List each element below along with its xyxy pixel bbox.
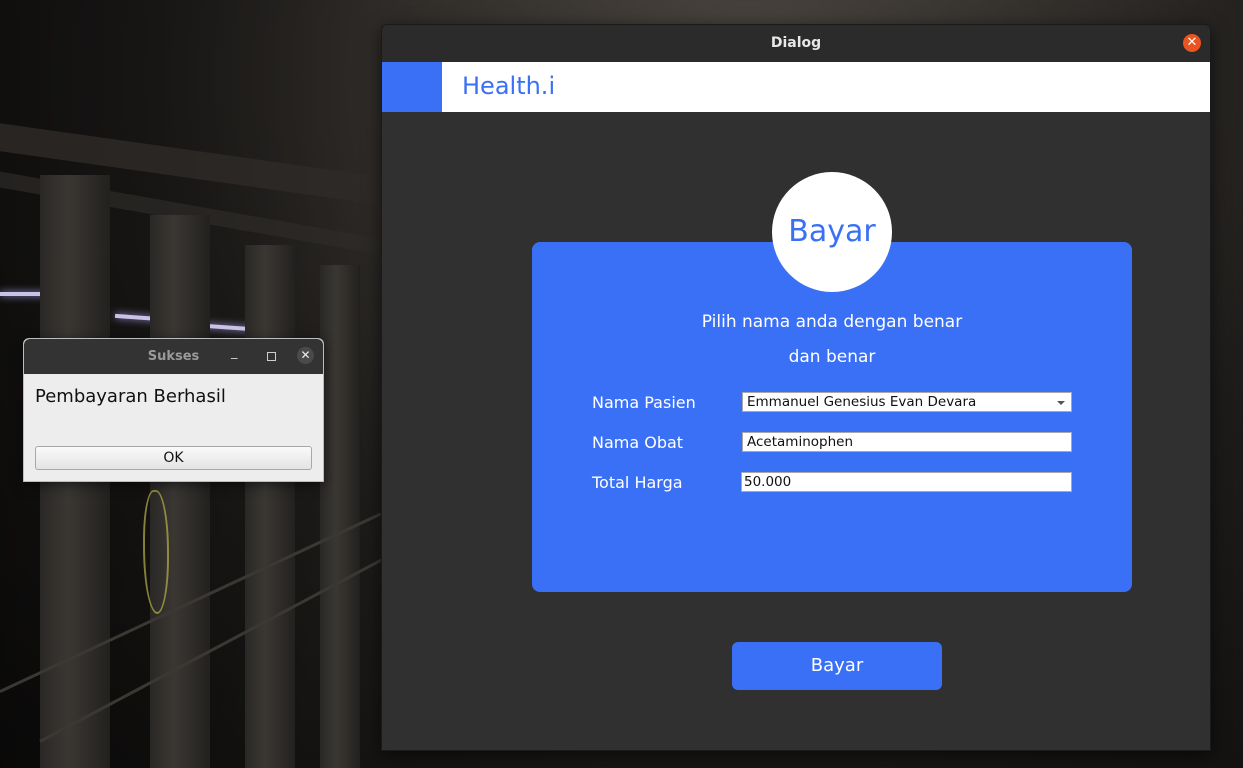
instruction-line-1: Pilih nama anda dengan benar [701, 312, 963, 332]
patient-name-combobox[interactable]: Emmanuel Genesius Evan Devara [742, 392, 1072, 412]
minimize-icon[interactable]: _ [231, 345, 238, 360]
app-header: Health.i [382, 62, 1210, 112]
patient-name-label: Nama Pasien [592, 393, 696, 412]
message-text: Pembayaran Berhasil [35, 386, 226, 407]
header-accent-block [382, 62, 442, 112]
success-message-window: Sukses _ ✕ Pembayaran Berhasil OK [23, 338, 324, 482]
ok-button[interactable]: OK [35, 446, 312, 470]
message-titlebar[interactable]: Sukses _ ✕ [24, 339, 323, 374]
total-price-value: 50.000 [744, 474, 792, 490]
instruction-line-2: dan benar [788, 347, 876, 367]
dialog-titlebar[interactable]: Dialog ✕ [382, 25, 1210, 62]
dialog-title: Dialog [770, 35, 822, 51]
medicine-name-value: Acetaminophen [747, 434, 853, 450]
payment-card: Pilih nama anda dengan benar dan benar N… [532, 242, 1132, 592]
medicine-name-label: Nama Obat [592, 433, 684, 452]
pay-circle-title: Bayar [772, 172, 892, 292]
message-title: Sukses [147, 349, 200, 364]
close-icon[interactable]: ✕ [297, 347, 314, 364]
pay-button[interactable]: Bayar [732, 642, 942, 690]
total-price-field[interactable]: 50.000 [741, 472, 1072, 492]
dialog-window: Dialog ✕ Health.i Pilih nama anda dengan… [381, 24, 1211, 751]
maximize-icon[interactable] [267, 352, 276, 361]
chevron-down-icon[interactable] [1057, 401, 1065, 405]
app-brand: Health.i [462, 72, 556, 100]
medicine-name-field[interactable]: Acetaminophen [742, 432, 1072, 452]
patient-name-value: Emmanuel Genesius Evan Devara [747, 394, 977, 410]
close-icon[interactable]: ✕ [1183, 34, 1201, 52]
total-price-label: Total Harga [592, 473, 683, 492]
